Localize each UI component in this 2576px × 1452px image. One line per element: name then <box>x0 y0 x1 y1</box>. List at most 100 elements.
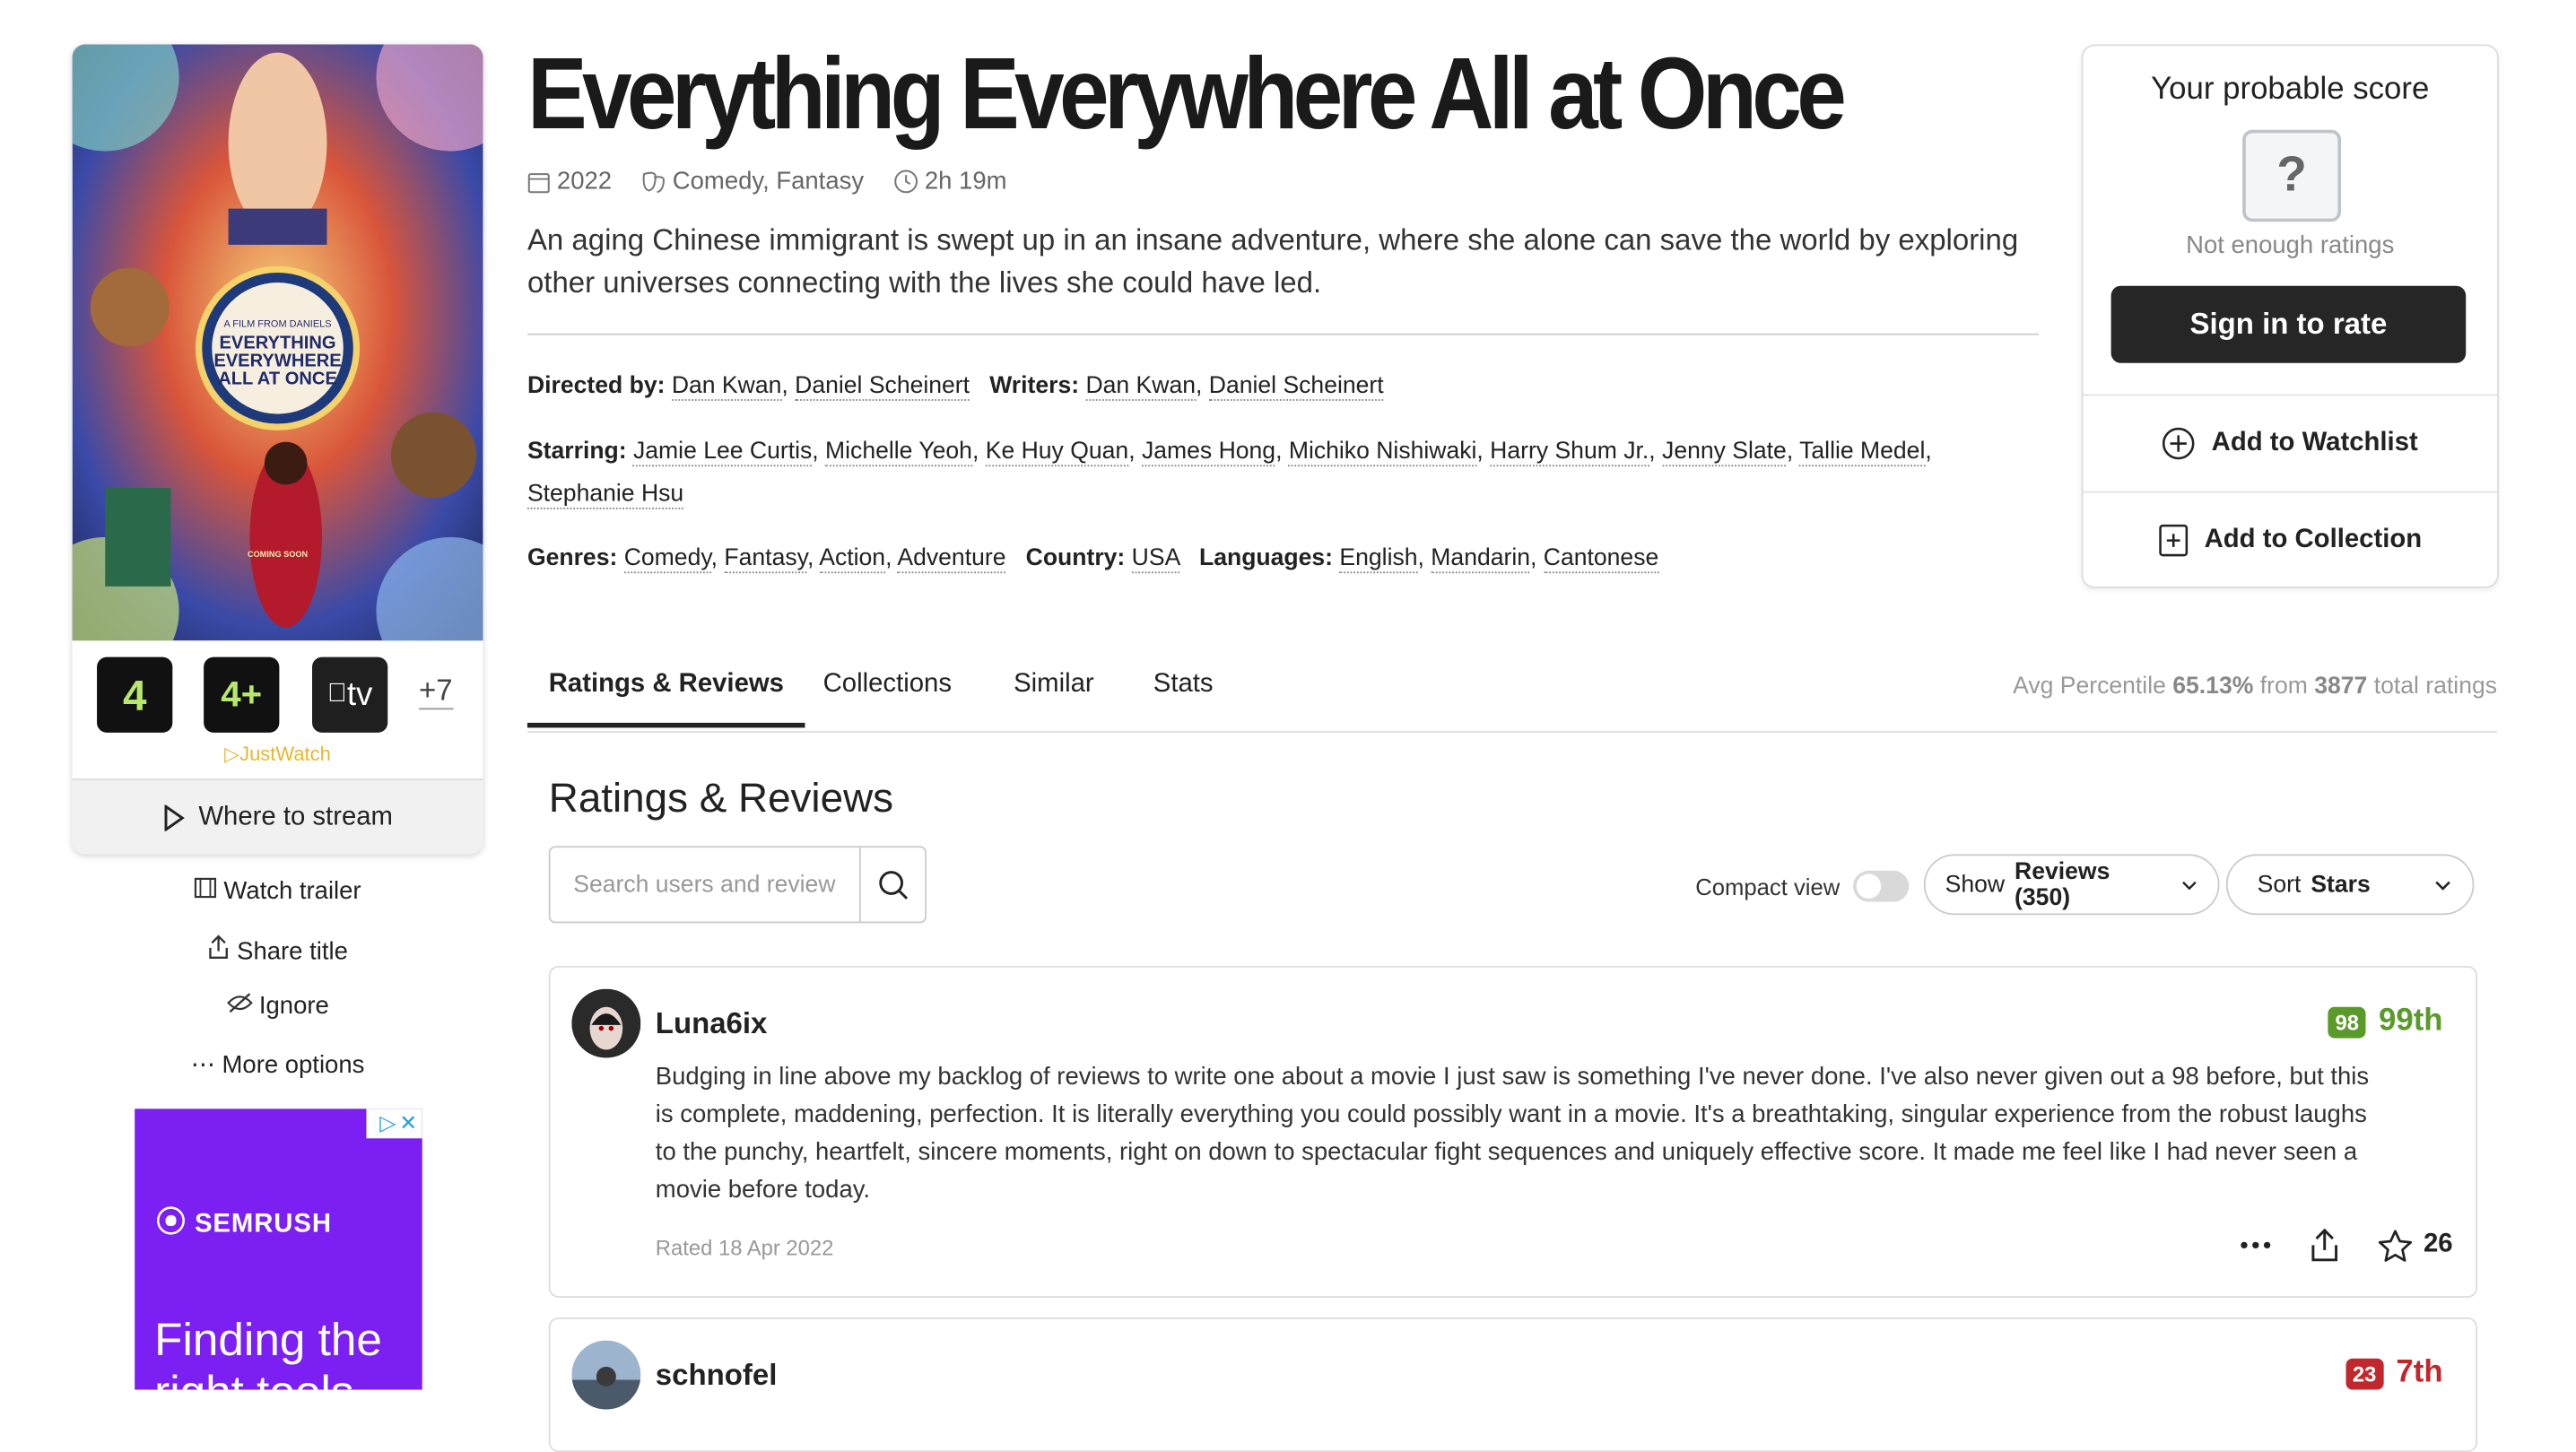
languages-label: Languages: <box>1198 545 1334 572</box>
divider <box>527 333 2040 335</box>
country-link[interactable]: USA <box>1132 545 1179 574</box>
star-icon <box>2379 1229 2413 1261</box>
runtime-text: 2h 19m <box>924 167 1007 196</box>
share-title-link[interactable]: Share title <box>73 935 483 966</box>
review-score: 23 7th <box>2345 1355 2443 1391</box>
credits-directors-writers: Directed by: Dan Kwan, Daniel Scheinert … <box>527 372 1384 401</box>
tab-collections[interactable]: Collections <box>823 670 952 700</box>
share-icon[interactable] <box>2309 1227 2342 1263</box>
percentile-text: 7th <box>2396 1355 2443 1390</box>
channel4-plus-icon[interactable]: 4+ <box>204 656 280 733</box>
poster-coming-soon: COMING SOON <box>248 550 308 559</box>
sort-dropdown[interactable]: Sort Stars <box>2225 854 2475 916</box>
review-date: Rated 18 Apr 2022 <box>655 1235 834 1260</box>
review-username[interactable]: schnofel <box>656 1359 778 1393</box>
tab-similar[interactable]: Similar <box>1014 670 1094 700</box>
year-text: 2022 <box>556 167 613 196</box>
credits-genres-country-languages: Genres: Comedy, Fantasy, Action, Adventu… <box>527 545 1659 574</box>
language-link[interactable]: Cantonese <box>1543 545 1659 574</box>
cast-link[interactable]: Stephanie Hsu <box>527 481 684 509</box>
genre-item: Comedy, Fantasy <box>641 168 864 196</box>
avatar[interactable] <box>571 988 641 1058</box>
review-card: schnofel 23 7th <box>548 1317 2478 1452</box>
director-link[interactable]: Daniel Scheinert <box>795 372 970 401</box>
not-enough-ratings-text: Not enough ratings <box>2186 231 2395 260</box>
clock-icon <box>893 170 918 194</box>
avatar[interactable] <box>571 1340 641 1410</box>
score-panel-title: Your probable score <box>2151 72 2430 108</box>
like-button[interactable]: 26 <box>2378 1228 2453 1262</box>
page-title: Everything Everywhere All at Once <box>527 38 1847 152</box>
tab-stats[interactable]: Stats <box>1153 670 1214 700</box>
justwatch-logo[interactable]: ▷JustWatch <box>73 743 483 766</box>
year-item: 2022 <box>527 168 612 196</box>
genres-text: Comedy, Fantasy <box>672 167 865 196</box>
semrush-logo: ⦿ SEMRUSH <box>156 1205 332 1239</box>
genre-link[interactable]: Action <box>819 545 886 574</box>
avg-percentile: Avg Percentile 65.13% from 3877 total ra… <box>2013 673 2498 700</box>
tab-ratings-reviews[interactable]: Ratings & Reviews <box>527 670 805 728</box>
genre-link[interactable]: Adventure <box>897 545 1006 574</box>
review-text: Budging in line above my backlog of revi… <box>655 1063 2370 1204</box>
watch-trailer-link[interactable]: Watch trailer <box>73 877 483 905</box>
share-icon <box>207 935 231 966</box>
movie-poster[interactable]: A FILM FROM DANIELS EVERYTHING EVERYWHER… <box>72 44 483 641</box>
country-label: Country: <box>1025 545 1126 572</box>
apple-tv-icon[interactable]: tv <box>312 656 388 733</box>
eye-off-icon <box>226 992 253 1020</box>
search-input[interactable] <box>550 848 857 922</box>
writers-label: Writers: <box>989 372 1080 400</box>
cast-link[interactable]: Ke Huy Quan <box>985 439 1129 467</box>
section-title: Ratings & Reviews <box>548 775 894 822</box>
directed-label: Directed by: <box>527 372 666 400</box>
show-filter-dropdown[interactable]: Show Reviews (350) <box>1923 854 2220 916</box>
ignore-link[interactable]: Ignore <box>73 992 483 1020</box>
cast-link[interactable]: Jenny Slate <box>1662 439 1787 467</box>
advertisement[interactable]: ▷ ✕ ⦿ SEMRUSH Finding the right tools <box>135 1109 422 1390</box>
add-to-watchlist-button[interactable]: Add to Watchlist <box>2083 394 2498 491</box>
probable-score-panel: Your probable score ? Not enough ratings… <box>2081 44 2499 588</box>
poster-title-line-2: EVERYWHERE <box>213 351 341 370</box>
cast-link[interactable]: Michiko Nishiwaki <box>1289 439 1477 467</box>
language-link[interactable]: Mandarin <box>1431 545 1531 574</box>
channel4-icon[interactable]: 4 <box>97 656 173 733</box>
sign-in-to-rate-button[interactable]: Sign in to rate <box>2110 285 2467 363</box>
review-username[interactable]: Luna6ix <box>656 1007 768 1041</box>
film-icon <box>194 877 217 905</box>
cast-link[interactable]: Tallie Medel <box>1799 439 1925 467</box>
credits-cast: Starring: Jamie Lee Curtis, Michelle Yeo… <box>527 439 1932 509</box>
search-icon <box>879 870 909 900</box>
tab-bar: Ratings & Reviews Collections Similar St… <box>527 654 2498 733</box>
more-providers-link[interactable]: +7 <box>419 674 453 710</box>
play-icon <box>164 804 185 831</box>
language-link[interactable]: English <box>1339 545 1418 574</box>
ad-choices-icon[interactable]: ▷ ✕ <box>366 1109 422 1139</box>
where-to-stream-button[interactable]: Where to stream <box>72 778 483 855</box>
director-link[interactable]: Dan Kwan <box>671 372 782 401</box>
search-button[interactable] <box>858 848 927 922</box>
more-icon[interactable] <box>2240 1240 2273 1250</box>
cast-link[interactable]: Michelle Yeoh <box>825 439 972 467</box>
writer-link[interactable]: Dan Kwan <box>1085 372 1197 401</box>
cast-link[interactable]: James Hong <box>1141 439 1276 467</box>
compact-view-toggle[interactable] <box>1852 870 1910 902</box>
genre-link[interactable]: Comedy <box>623 545 711 574</box>
percentile-text: 99th <box>2379 1004 2443 1039</box>
ellipsis-icon: ⋯ <box>190 1051 216 1080</box>
writer-link[interactable]: Daniel Scheinert <box>1209 372 1384 401</box>
genre-link[interactable]: Fantasy <box>724 545 807 574</box>
runtime-item: 2h 19m <box>893 167 1007 196</box>
cast-link[interactable]: Jamie Lee Curtis <box>633 439 813 467</box>
review-score: 98 99th <box>2328 1004 2443 1039</box>
poster-credit: A FILM FROM DANIELS <box>224 318 332 329</box>
add-to-collection-button[interactable]: Add to Collection <box>2083 491 2498 588</box>
score-placeholder: ? <box>2242 129 2342 222</box>
more-options-link[interactable]: ⋯ More options <box>73 1049 483 1079</box>
review-card: Luna6ix 98 99th Budging in line above my… <box>548 965 2478 1298</box>
streaming-providers: 4 4+ tv +7 <box>73 656 483 736</box>
cast-link[interactable]: Harry Shum Jr. <box>1490 439 1649 467</box>
poster-card: A FILM FROM DANIELS EVERYTHING EVERYWHER… <box>72 44 483 855</box>
review-search <box>548 846 927 924</box>
chevron-down-icon <box>2435 880 2450 890</box>
masks-icon <box>643 170 666 193</box>
